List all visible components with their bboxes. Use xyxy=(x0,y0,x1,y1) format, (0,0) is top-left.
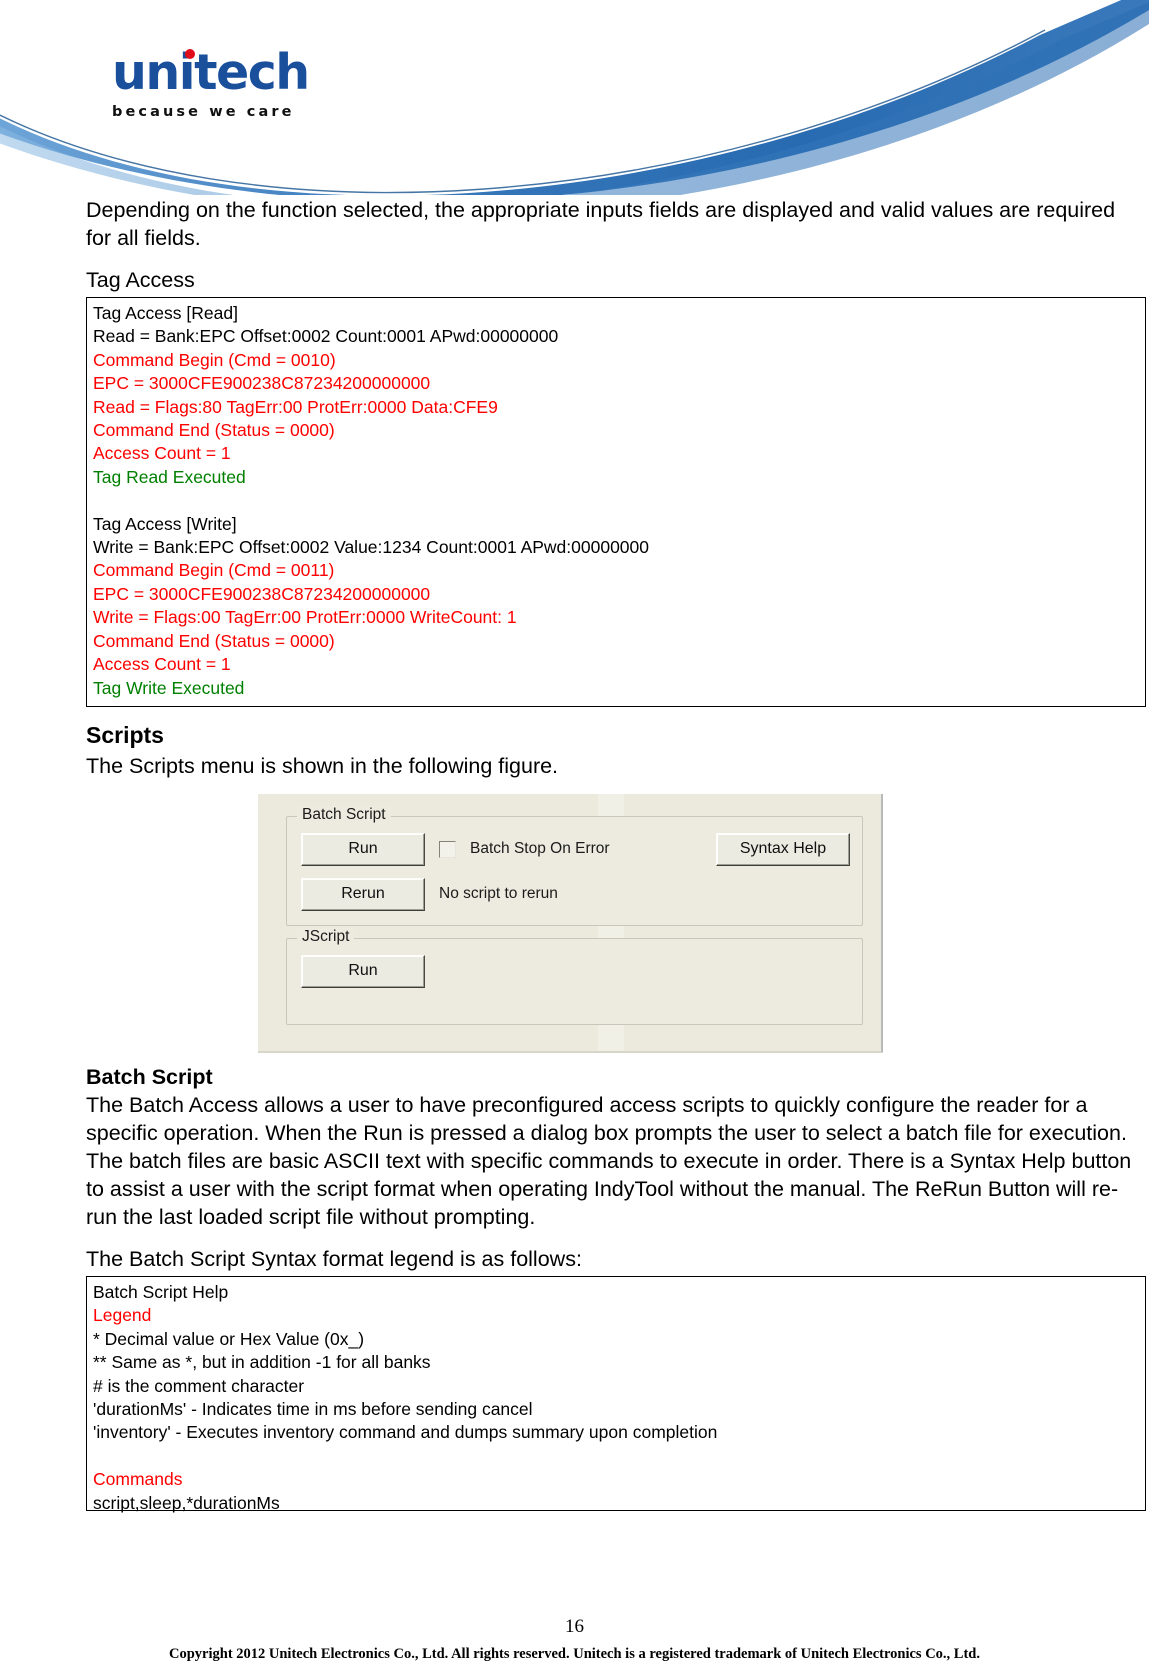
batch-script-paragraph: The Batch Access allows a user to have p… xyxy=(86,1092,1132,1229)
batch-stop-on-error-label: Batch Stop On Error xyxy=(470,840,610,858)
logo-wordmark-text: unitech xyxy=(112,44,310,101)
scripts-intro-paragraph: The Scripts menu is shown in the followi… xyxy=(86,753,559,778)
jscript-run-row: Run xyxy=(301,954,850,988)
page-content: Depending on the function selected, the … xyxy=(86,196,1146,1513)
jscript-group-padding xyxy=(301,988,850,1010)
console-line: Access Count = 1 xyxy=(93,443,231,464)
console-line: Command Begin (Cmd = 0010) xyxy=(93,349,336,370)
tag-access-label: Tag Access xyxy=(86,268,195,292)
console-line: Write = Flags:00 TagErr:00 ProtErr:0000 … xyxy=(93,607,517,628)
console-line: Command End (Status = 0000) xyxy=(93,630,335,651)
batch-script-group-legend: Batch Script xyxy=(297,805,391,824)
scripts-heading: Scripts xyxy=(86,721,164,748)
console-line: 'inventory' - Executes inventory command… xyxy=(93,1422,718,1443)
console-line: EPC = 3000CFE900238C87234200000000 xyxy=(93,583,431,604)
jscript-group-legend: JScript xyxy=(297,927,355,946)
console-line: Tag Access [Read] xyxy=(93,303,238,323)
batch-rerun-button[interactable]: Rerun xyxy=(301,877,425,911)
legend-intro-text: The Batch Script Syntax format legend is… xyxy=(86,1246,582,1271)
logo-red-dot-icon xyxy=(185,49,195,59)
console-line: Write = Bank:EPC Offset:0002 Value:1234 … xyxy=(93,537,650,558)
console-line: Command Begin (Cmd = 0011) xyxy=(93,560,335,581)
tag-access-console-box: Tag Access [Read] Read = Bank:EPC Offset… xyxy=(86,297,1146,707)
console-line: # is the comment character xyxy=(93,1375,305,1396)
console-line: Access Count = 1 xyxy=(93,654,231,675)
unitech-logo: unitech because we care xyxy=(112,48,342,120)
copyright-notice: Copyright 2012 Unitech Electronics Co., … xyxy=(169,1646,980,1662)
rerun-status-text: No script to rerun xyxy=(439,885,558,903)
console-line: ** Same as *, but in addition -1 for all… xyxy=(93,1352,431,1373)
console-line: 'durationMs' - Indicates time in ms befo… xyxy=(93,1398,533,1419)
logo-tagline: because we care xyxy=(112,104,295,120)
console-line: Batch Script Help xyxy=(93,1281,229,1302)
page-header: unitech because we care xyxy=(0,0,1149,195)
console-line: Command End (Status = 0000) xyxy=(93,420,335,441)
intro-paragraph: Depending on the function selected, the … xyxy=(86,198,1116,250)
jscript-group: JScript Run xyxy=(286,927,863,1025)
console-line: script,sleep,*durationMs xyxy=(93,1492,280,1513)
batch-stop-on-error-checkbox[interactable] xyxy=(439,840,456,858)
console-line: Read = Bank:EPC Offset:0002 Count:0001 A… xyxy=(93,326,559,347)
console-line: EPC = 3000CFE900238C87234200000000 xyxy=(93,373,431,394)
batch-script-help-box: Batch Script Help Legend * Decimal value… xyxy=(86,1275,1146,1513)
console-line: Tag Write Executed xyxy=(93,677,245,698)
batch-run-button[interactable]: Run xyxy=(301,832,425,866)
scripts-dialog-figure: Batch Script Run Batch Stop On Error Syn… xyxy=(258,793,883,1053)
syntax-help-button[interactable]: Syntax Help xyxy=(716,832,850,866)
console-line: Tag Read Executed xyxy=(93,466,246,487)
console-line: Legend xyxy=(93,1305,152,1326)
batch-script-heading: Batch Script xyxy=(86,1064,213,1089)
batch-script-group: Batch Script Run Batch Stop On Error Syn… xyxy=(286,805,863,926)
console-line: Read = Flags:80 TagErr:00 ProtErr:0000 D… xyxy=(93,396,498,417)
batch-run-row: Run Batch Stop On Error Syntax Help xyxy=(301,832,850,866)
page-footer: 16 Copyright 2012 Unitech Electronics Co… xyxy=(0,1616,1149,1663)
page-number: 16 xyxy=(565,1616,584,1637)
batch-rerun-row: Rerun No script to rerun xyxy=(301,877,850,911)
logo-wordmark: unitech xyxy=(112,48,310,97)
console-line: Tag Access [Write] xyxy=(93,513,237,534)
console-line: * Decimal value or Hex Value (0x_) xyxy=(93,1328,365,1349)
console-line: Commands xyxy=(93,1469,183,1490)
jscript-run-button[interactable]: Run xyxy=(301,954,425,988)
